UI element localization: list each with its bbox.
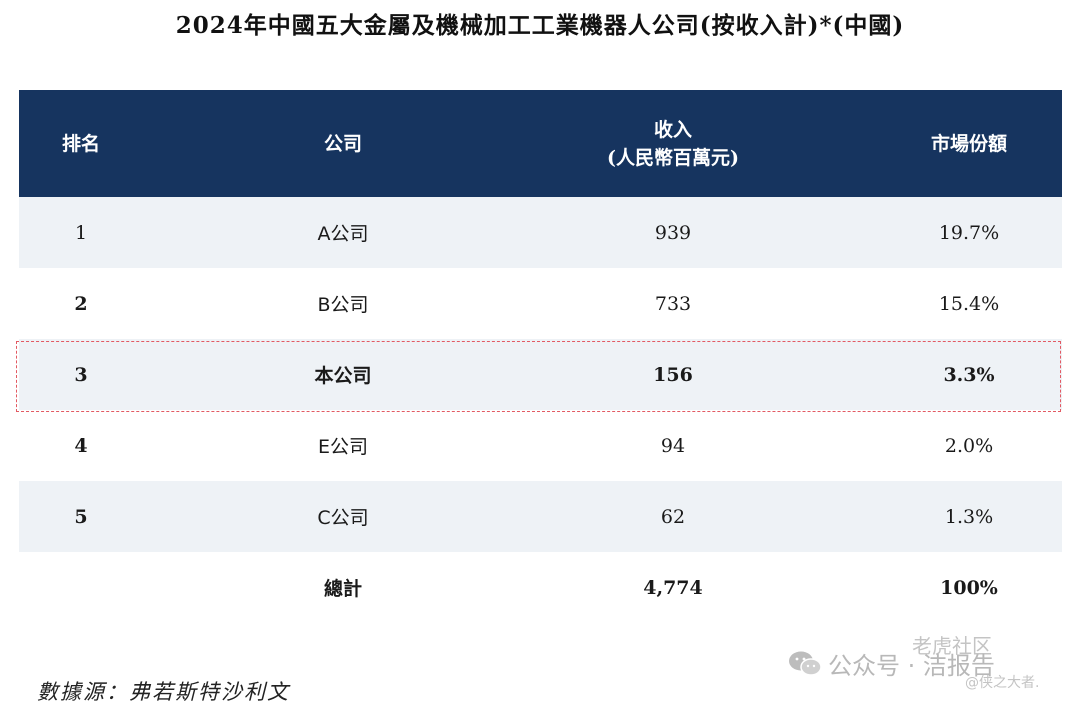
company-cell: E公司 — [317, 436, 368, 458]
total-label: 總計 — [323, 578, 362, 600]
rank-cell: 4 — [74, 434, 88, 457]
company-cell: A公司 — [317, 223, 369, 245]
source-note: 數據源：弗若斯特沙利文 — [37, 680, 290, 704]
rank-cell: 5 — [74, 505, 88, 528]
header-rank: 排名 — [61, 132, 100, 155]
wechat-icon — [789, 651, 822, 676]
chart-title: 2024年中國五大金屬及機械加工工業機器人公司(按收入計)*(中國) — [175, 12, 905, 39]
header-revenue-label: 收入 — [653, 118, 692, 141]
revenue-cell: 62 — [660, 505, 686, 528]
rank-cell: 2 — [74, 292, 88, 315]
highlight-dashed-box — [16, 341, 1061, 412]
header-share: 市場份額 — [930, 132, 1007, 155]
table-total-row: 總計 4,774 100% — [19, 552, 1062, 623]
rank-cell — [19, 552, 143, 623]
company-cell: B公司 — [317, 294, 369, 316]
header-company: 公司 — [323, 132, 362, 155]
header-revenue-unit: (人民幣百萬元) — [607, 146, 739, 169]
revenue-cell: 733 — [654, 292, 692, 315]
rank-cell: 1 — [74, 221, 88, 244]
share-cell: 15.4% — [938, 292, 1000, 315]
revenue-cell: 939 — [654, 221, 692, 244]
table-row: 1 A公司 939 19.7% — [19, 197, 1062, 268]
table-row: 4 E公司 94 2.0% — [19, 410, 1062, 481]
share-cell: 19.7% — [938, 221, 1000, 244]
table-header: 排名 公司 收入 (人民幣百萬元) 市場份額 — [19, 90, 1062, 197]
watermark: 公众号 · 洁报告 — [788, 646, 995, 681]
company-cell: C公司 — [317, 507, 369, 529]
share-cell: 1.3% — [944, 505, 994, 528]
table-row: 2 B公司 733 15.4% — [19, 268, 1062, 339]
watermark-bottom: @侠之大者. — [965, 675, 1040, 691]
total-share: 100% — [940, 576, 998, 599]
revenue-cell: 94 — [660, 434, 686, 457]
header-revenue: 收入 (人民幣百萬元) — [543, 90, 803, 197]
total-revenue: 4,774 — [643, 576, 703, 599]
share-cell: 2.0% — [944, 434, 994, 457]
table-row: 5 C公司 62 1.3% — [19, 481, 1062, 552]
